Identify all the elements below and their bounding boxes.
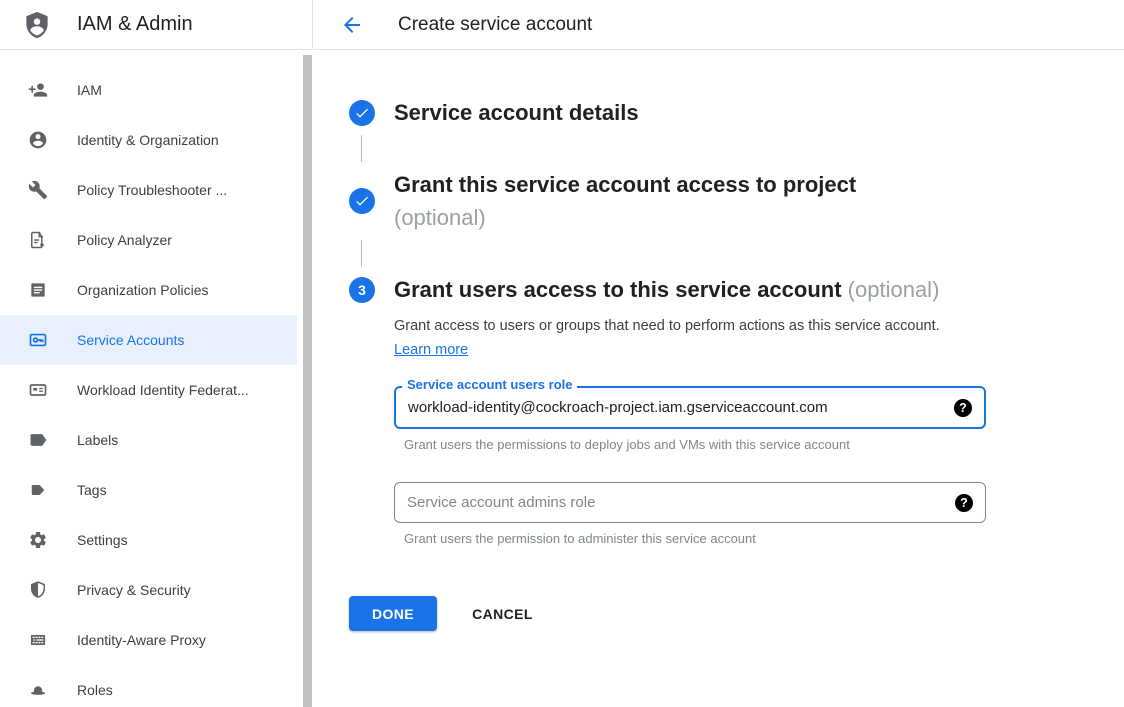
policy-analyzer-icon — [28, 230, 48, 250]
iam-admin-logo-icon — [22, 10, 52, 40]
sidebar-item-label: Tags — [77, 482, 107, 498]
sidebar-item-label: Organization Policies — [77, 282, 209, 298]
sidebar-item-privacy-security[interactable]: Privacy & Security — [0, 565, 297, 615]
sidebar-item-label: Workload Identity Federat... — [77, 382, 249, 398]
admins-role-field: ? Grant users the permission to administ… — [394, 482, 986, 546]
done-button[interactable]: DONE — [349, 596, 437, 631]
step2-optional-label: (optional) — [394, 205, 486, 230]
step3-title: Grant users access to this service accou… — [394, 273, 939, 306]
sidebar: IAM & Admin IAM Identity & Organization — [0, 0, 313, 707]
account-circle-icon — [28, 130, 48, 150]
sidebar-item-identity-organization[interactable]: Identity & Organization — [0, 115, 297, 165]
admins-role-box: ? — [394, 482, 986, 523]
hat-icon — [28, 680, 48, 700]
sidebar-item-roles[interactable]: Roles — [0, 665, 297, 707]
step3-number: 3 — [358, 282, 366, 298]
page-header: Create service account — [314, 0, 1124, 50]
form-actions: DONE CANCEL — [349, 596, 1124, 631]
sidebar-item-service-accounts[interactable]: Service Accounts — [0, 315, 297, 365]
sidebar-item-policy-troubleshooter[interactable]: Policy Troubleshooter ... — [0, 165, 297, 215]
sidebar-item-tags[interactable]: Tags — [0, 465, 297, 515]
proxy-grid-icon — [28, 630, 48, 650]
page-title: Create service account — [398, 14, 592, 36]
sidebar-nav: IAM Identity & Organization Policy Troub… — [0, 50, 297, 707]
sidebar-header: IAM & Admin — [0, 0, 312, 50]
gear-icon — [28, 530, 48, 550]
step1-title: Service account details — [394, 96, 639, 129]
id-card-icon — [28, 380, 48, 400]
sidebar-item-label: Settings — [77, 532, 128, 548]
step3-description: Grant access to users or groups that nee… — [394, 314, 942, 362]
sidebar-item-organization-policies[interactable]: Organization Policies — [0, 265, 297, 315]
sidebar-scrollbar — [302, 50, 313, 707]
step-service-account-details: Service account details — [349, 96, 1124, 129]
step-grant-users-access: 3 Grant users access to this service acc… — [349, 273, 1124, 306]
step-connector — [361, 240, 362, 267]
sidebar-item-label: Service Accounts — [77, 332, 184, 348]
step-grant-project-access: Grant this service account access to pro… — [349, 168, 1124, 234]
step2-title: Grant this service account access to pro… — [394, 168, 856, 234]
iam-admin-console: IAM & Admin IAM Identity & Organization — [0, 0, 1124, 707]
sidebar-item-label: Labels — [77, 432, 118, 448]
sidebar-item-identity-aware-proxy[interactable]: Identity-Aware Proxy — [0, 615, 297, 665]
users-role-helper-text: Grant users the permissions to deploy jo… — [394, 437, 986, 452]
step-connector — [361, 135, 362, 162]
back-arrow-icon[interactable] — [340, 13, 364, 37]
learn-more-link[interactable]: Learn more — [394, 342, 468, 358]
admins-role-input[interactable] — [407, 494, 955, 511]
sidebar-item-label: Policy Troubleshooter ... — [77, 182, 227, 198]
sidebar-scrollbar-thumb[interactable] — [303, 55, 312, 707]
document-list-icon — [28, 280, 48, 300]
label-icon — [28, 430, 48, 450]
sidebar-item-policy-analyzer[interactable]: Policy Analyzer — [0, 215, 297, 265]
admins-role-helper-text: Grant users the permission to administer… — [394, 531, 986, 546]
wrench-icon — [28, 180, 48, 200]
help-icon[interactable]: ? — [955, 494, 973, 512]
step1-complete-icon — [349, 100, 375, 126]
step3-number-badge: 3 — [349, 277, 375, 303]
sidebar-item-label: Policy Analyzer — [77, 232, 172, 248]
users-role-field: Service account users role ? Grant users… — [394, 386, 986, 452]
users-role-label: Service account users role — [402, 377, 577, 392]
step2-complete-icon — [349, 188, 375, 214]
tag-icon — [28, 480, 48, 500]
step3-body: Grant access to users or groups that nee… — [394, 314, 1124, 546]
help-icon[interactable]: ? — [954, 399, 972, 417]
sidebar-item-label: Privacy & Security — [77, 582, 191, 598]
sidebar-item-iam[interactable]: IAM — [0, 65, 297, 115]
main-panel: Create service account Service account d… — [314, 0, 1124, 707]
service-account-icon — [28, 330, 48, 350]
sidebar-item-labels[interactable]: Labels — [0, 415, 297, 465]
step3-optional-label: (optional) — [848, 277, 940, 302]
sidebar-item-label: Identity-Aware Proxy — [77, 632, 206, 648]
users-role-input[interactable] — [408, 399, 954, 416]
stepper-content: Service account details Grant this servi… — [314, 50, 1124, 631]
person-add-icon — [28, 80, 48, 100]
sidebar-item-settings[interactable]: Settings — [0, 515, 297, 565]
shield-half-icon — [28, 580, 48, 600]
users-role-box: ? — [394, 386, 986, 429]
app-title: IAM & Admin — [77, 13, 193, 36]
sidebar-item-label: IAM — [77, 82, 102, 98]
sidebar-item-label: Roles — [77, 682, 113, 698]
cancel-button[interactable]: CANCEL — [466, 605, 539, 623]
sidebar-item-workload-identity-federation[interactable]: Workload Identity Federat... — [0, 365, 297, 415]
sidebar-item-label: Identity & Organization — [77, 132, 219, 148]
